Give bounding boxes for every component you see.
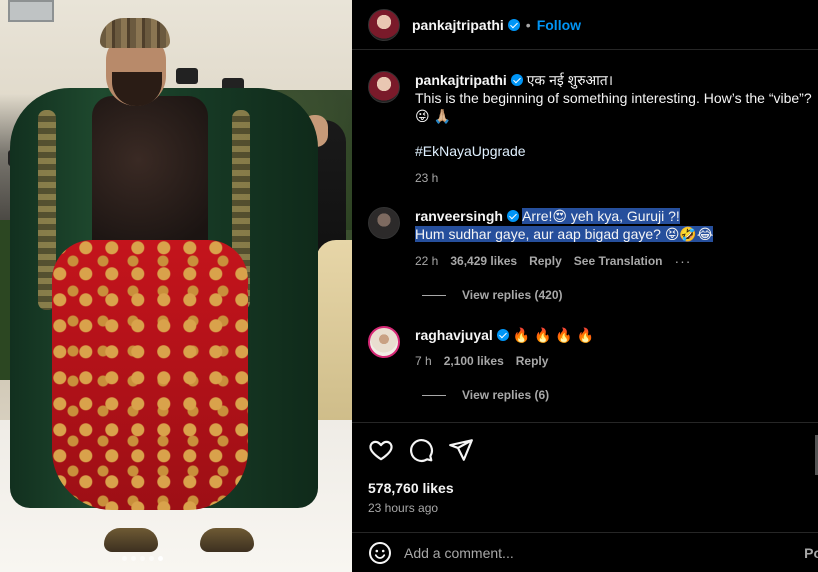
carousel-dot[interactable] [140,556,145,561]
verified-badge-icon [510,74,523,86]
red-gold-dhoti-pants [52,240,248,510]
carousel-dot[interactable] [122,556,127,561]
post-header: pankajtripathi • Follow [352,0,818,50]
camera [176,68,198,84]
avatar[interactable] [368,207,400,239]
comment-time[interactable]: 22 h [415,254,438,268]
carousel-dots[interactable] [122,556,163,561]
comments-list[interactable]: pankajtripathi एक नई शुरुआत। This is the… [352,50,818,422]
verified-badge-icon [507,18,520,31]
background-gown [316,240,352,420]
author-username[interactable]: pankajtripathi [412,17,504,33]
caption-line: This is the beginning of something inter… [415,90,812,106]
replies-line [422,294,446,296]
comment-username[interactable]: ranveersingh [415,208,503,224]
smiley-icon[interactable] [368,541,392,565]
background-window [8,0,54,22]
follow-button[interactable]: Follow [537,17,581,33]
like-count[interactable]: 578,760 likes [368,480,454,496]
caption-emojis: 😜 🙏🏼 [415,108,451,124]
carousel-dot[interactable] [131,556,136,561]
reply-button[interactable]: Reply [529,254,562,268]
verified-badge-icon [496,329,509,341]
comment-text: Hum sudhar gaye, aur aap bigad gaye? 😝🤣😂 [415,226,714,242]
replies-line [422,394,446,396]
avatar[interactable] [368,326,400,358]
post-image[interactable] [0,0,352,572]
post-actions: 578,760 likes 23 hours ago [352,422,818,540]
more-options-icon[interactable]: ··· [674,253,691,269]
comment-text: 🔥 🔥 🔥 🔥 [512,327,595,343]
caption-time[interactable]: 23 h [415,171,815,185]
see-translation-button[interactable]: See Translation [574,254,663,268]
separator-dot: • [525,16,531,33]
post-details-panel: pankajtripathi • Follow pankajtripathi ए… [352,0,818,572]
comment-username[interactable]: raghavjuyal [415,327,493,343]
speech-bubble-icon[interactable] [408,437,434,463]
view-replies-label: View replies (420) [462,288,563,302]
paper-plane-icon[interactable] [448,437,474,463]
add-comment-bar: Po [352,532,818,572]
right-shoe [200,528,254,552]
comment-text: Arre!😍 yeh kya, Guruji ?! [522,208,680,224]
comment-meta: 7 h 2,100 likes Reply [415,354,594,368]
hashtag-link[interactable]: #EkNayaUpgrade [415,143,815,159]
flat-cap [100,18,170,48]
avatar[interactable] [368,71,400,103]
comment-meta: 22 h 36,429 likes Reply See Translation … [415,253,713,269]
reply-button[interactable]: Reply [516,354,549,368]
post-comment-button[interactable]: Po [804,545,818,561]
heart-icon[interactable] [368,437,394,463]
comment-likes[interactable]: 36,429 likes [450,254,517,268]
caption-username[interactable]: pankajtripathi [415,72,507,88]
action-icons [368,437,474,463]
comment-item: raghavjuyal 🔥 🔥 🔥 🔥 7 h 2,100 likes Repl… [368,326,594,368]
comment-time[interactable]: 7 h [415,354,432,368]
comment-item: ranveersingh Arre!😍 yeh kya, Guruji ?! H… [368,207,714,269]
caption: pankajtripathi एक नई शुरुआत। This is the… [368,71,815,185]
carousel-dot-active[interactable] [158,556,163,561]
view-replies-button[interactable]: View replies (420) [422,288,563,302]
verified-badge-icon [506,210,519,222]
sheer-black-shirt [92,96,208,256]
caption-hindi-text: एक नई शुरुआत। [526,72,614,88]
avatar[interactable] [368,8,400,41]
carousel-dot[interactable] [149,556,154,561]
comment-input[interactable] [404,544,764,561]
view-replies-label: View replies (6) [462,388,550,402]
comment-likes[interactable]: 2,100 likes [444,354,504,368]
post-date[interactable]: 23 hours ago [368,501,438,515]
left-shoe [104,528,158,552]
view-replies-button[interactable]: View replies (6) [422,388,549,402]
